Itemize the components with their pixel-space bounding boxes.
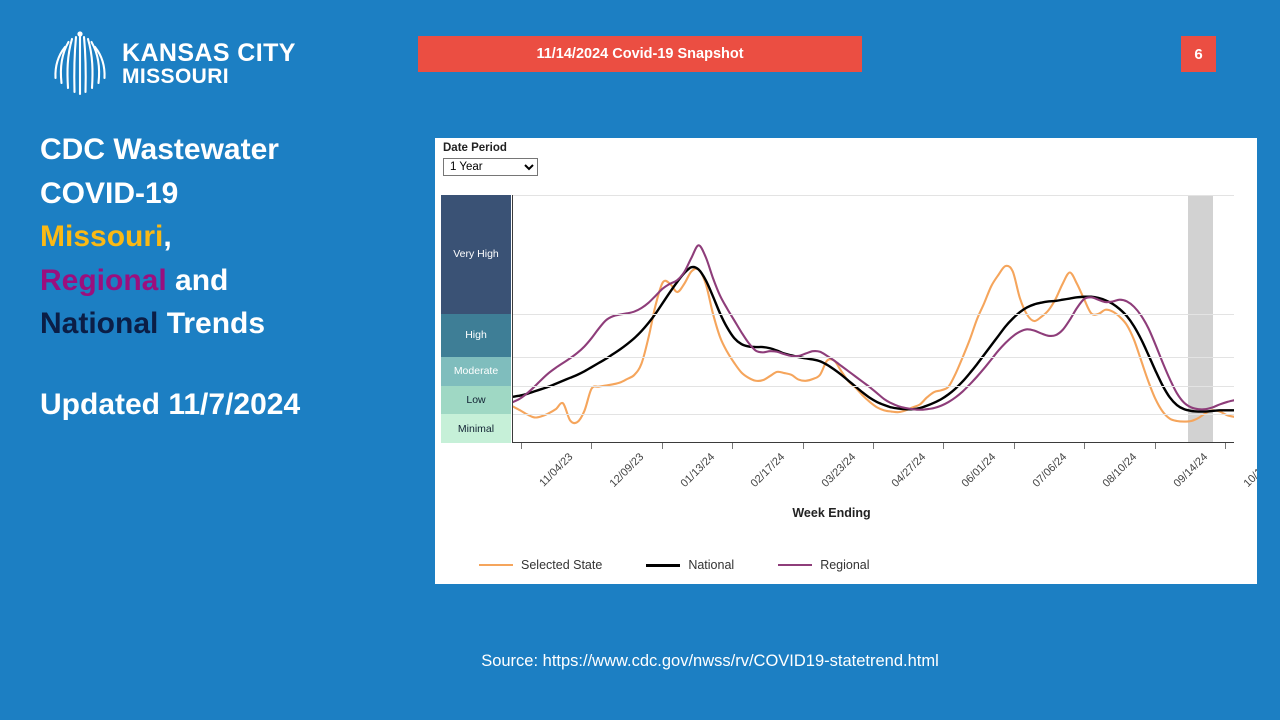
x-axis-tick-label: 06/01/24 — [959, 451, 999, 490]
severity-band-label: Very High — [453, 248, 499, 261]
severity-band-very-high: Very High — [441, 195, 511, 314]
date-period-select[interactable]: 1 Year — [443, 158, 538, 176]
x-axis-tick-label: 07/06/24 — [1030, 451, 1070, 490]
chart-card: Date Period 1 Year Very High High Moderate… — [435, 138, 1257, 584]
title-line-4: Regional and — [40, 259, 420, 303]
severity-band-legend: Very High High Moderate Low Minimal — [441, 195, 511, 443]
title-line-2: COVID-19 — [40, 176, 179, 210]
legend-item-national[interactable]: National — [646, 558, 734, 572]
x-axis-tick — [1225, 443, 1226, 449]
x-axis-title: Week Ending — [792, 506, 871, 520]
title-regional: Regional — [40, 263, 167, 297]
severity-band-high: High — [441, 313, 511, 357]
x-axis-tick — [802, 443, 804, 449]
x-axis-tick — [521, 443, 522, 449]
x-axis-tick-label: 12/09/23 — [607, 451, 647, 490]
brand-line-2: MISSOURI — [122, 65, 230, 89]
title-line-1: CDC Wastewater — [40, 133, 279, 166]
legend-label: Selected State — [521, 558, 603, 572]
legend-label: National — [688, 558, 735, 572]
gridline — [513, 195, 1234, 196]
updated-date: Updated 11/7/2024 — [40, 387, 301, 421]
x-axis-tick-label: 02/17/24 — [748, 451, 788, 490]
legend-item-selected-state[interactable]: Selected State — [479, 558, 602, 572]
title-line-3: Missouri, — [40, 215, 420, 259]
slide-number-badge: 6 — [1181, 36, 1216, 72]
x-axis-tick — [1013, 443, 1015, 449]
date-period-control: Date Period 1 Year — [443, 142, 538, 176]
legend-label: Regional — [820, 558, 870, 572]
title-regional-suffix: and — [166, 263, 229, 297]
x-axis-tick-label: 04/27/24 — [889, 451, 929, 490]
title-national: National — [40, 307, 159, 340]
date-period-label: Date Period — [443, 142, 507, 154]
severity-band-moderate: Moderate — [441, 356, 511, 386]
legend-swatch — [479, 564, 513, 566]
title-missouri-suffix: , — [163, 220, 172, 253]
gridline — [513, 385, 1234, 387]
brand-line-1: KANSAS CITY — [122, 38, 296, 67]
header-banner: 11/14/2024 Covid-19 Snapshot — [418, 36, 862, 72]
source-text: Source: https://www.cdc.gov/nwss/rv/COVI… — [481, 652, 939, 670]
x-axis-tick — [1084, 443, 1086, 449]
source-citation: Source: https://www.cdc.gov/nwss/rv/COVI… — [0, 652, 1280, 671]
page-title: CDC Wastewater COVID-19 Missouri, Region… — [40, 128, 420, 422]
severity-band-low: Low — [441, 385, 511, 415]
x-axis-tick — [873, 443, 874, 449]
chart-plot-area — [512, 195, 1234, 443]
chart-plot-wrap: Very High High Moderate Low Minimal — [441, 195, 1234, 443]
title-national-suffix: Trends — [158, 307, 266, 340]
x-axis-tick-label: 11/04/23 — [537, 451, 576, 490]
x-axis-tick-label: 08/10/24 — [1100, 451, 1140, 490]
x-axis-tick-label: 09/14/24 — [1171, 451, 1210, 490]
severity-band-label: Minimal — [457, 422, 495, 435]
x-axis-tick-label: 10/19/24 — [1241, 451, 1257, 490]
brand-logo: KANSAS CITY MISSOURI — [52, 28, 296, 100]
gridline — [513, 356, 1234, 358]
title-line-5: National Trends — [40, 302, 420, 346]
x-axis-tick — [943, 443, 945, 449]
x-axis-tick — [661, 443, 663, 449]
legend-swatch — [646, 563, 681, 567]
x-axis-tick — [732, 443, 734, 449]
chart-lines — [513, 195, 1234, 442]
legend-item-regional[interactable]: Regional — [778, 558, 870, 572]
x-axis-tick-label: 03/23/24 — [819, 451, 858, 490]
x-axis: 11/04/23 12/09/23 01/13/24 02/17/24 03/23/24… — [512, 443, 1257, 503]
severity-band-minimal: Minimal — [441, 414, 511, 443]
title-missouri: Missouri — [40, 220, 164, 253]
gridline — [513, 313, 1234, 315]
legend-swatch — [778, 564, 813, 566]
severity-band-label: Low — [466, 393, 486, 406]
gridline — [513, 414, 1234, 416]
severity-band-label: Moderate — [453, 365, 499, 378]
brand-logo-text: KANSAS CITY MISSOURI — [122, 38, 296, 89]
chart-legend: Selected State National Regional — [441, 558, 1234, 572]
x-axis-tick-label: 01/13/24 — [678, 451, 718, 490]
x-axis-tick — [1154, 443, 1156, 449]
severity-band-label: High — [465, 329, 487, 342]
kc-fountain-icon — [54, 31, 106, 96]
x-axis-tick — [591, 443, 593, 449]
